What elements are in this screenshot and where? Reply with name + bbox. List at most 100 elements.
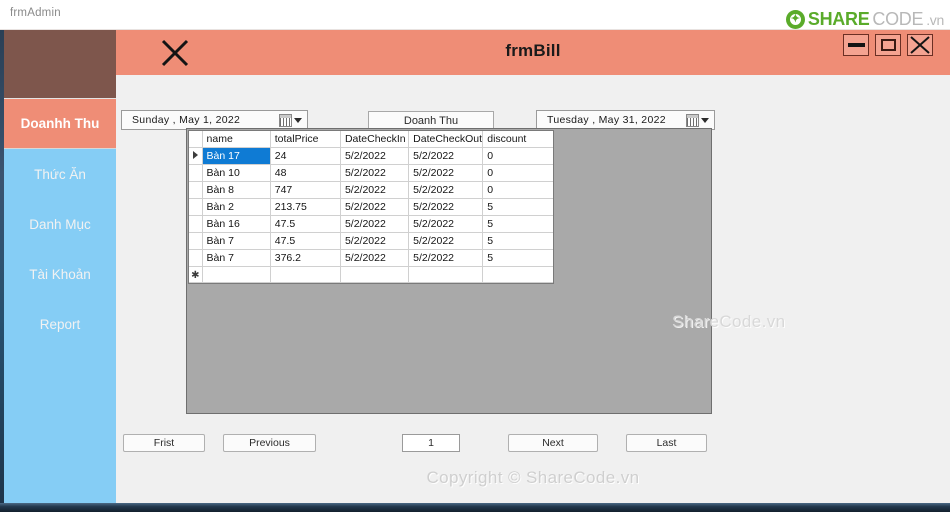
cell-datecheckin[interactable]: 5/2/2022	[340, 181, 410, 199]
cell-name[interactable]: Bàn 10	[202, 164, 271, 182]
close-button[interactable]	[907, 34, 933, 56]
cell-discount[interactable]: 0	[482, 181, 553, 199]
chevron-down-icon[interactable]	[294, 117, 302, 123]
close-icon	[910, 36, 930, 54]
table-row-new[interactable]: ✱	[189, 266, 553, 283]
cell-datecheckin[interactable]: 5/2/2022	[340, 147, 410, 165]
cell-totalprice[interactable]: 24	[270, 147, 341, 165]
cell-discount[interactable]: 0	[482, 147, 553, 165]
date-to-picker[interactable]: Tuesday , May 31, 2022	[536, 110, 715, 130]
row-marker	[189, 232, 203, 250]
column-header-name[interactable]: name	[202, 131, 271, 148]
maximize-button[interactable]	[875, 34, 901, 56]
sidebar-item-doanh-thu[interactable]: Doanhh Thu	[4, 99, 116, 149]
cell-discount[interactable]: 0	[482, 164, 553, 182]
cell-datecheckout[interactable]: 5/2/2022	[408, 181, 484, 199]
cell-datecheckin[interactable]	[340, 266, 410, 283]
table-row[interactable]: Bàn 7 376.2 5/2/2022 5/2/2022 5	[189, 249, 553, 267]
table-row[interactable]: Bàn 17 24 5/2/2022 5/2/2022 0	[189, 147, 553, 165]
cell-totalprice[interactable]: 47.5	[270, 232, 341, 250]
sidebar-item-label: Thức Ăn	[34, 166, 86, 182]
cell-datecheckout[interactable]: 5/2/2022	[408, 215, 484, 233]
cell-name[interactable]: Bàn 2	[202, 198, 271, 216]
cell-name[interactable]: Bàn 16	[202, 215, 271, 233]
table-row[interactable]: Bàn 2 213.75 5/2/2022 5/2/2022 5	[189, 198, 553, 216]
leaf-glyph: ✦	[790, 13, 800, 25]
page-title: frmBill	[505, 41, 561, 60]
cell-datecheckout[interactable]: 5/2/2022	[408, 164, 484, 182]
first-page-button[interactable]: Frist	[123, 434, 205, 452]
cell-totalprice[interactable]: 747	[270, 181, 341, 199]
date-from-picker[interactable]: Sunday , May 1, 2022	[121, 110, 308, 130]
brand-vn-text: .vn	[926, 11, 944, 28]
table-row[interactable]: Bàn 8 747 5/2/2022 5/2/2022 0	[189, 181, 553, 199]
cell-discount[interactable]: 5	[482, 232, 553, 250]
sharecode-logo: ✦ SHARE CODE .vn	[785, 9, 944, 30]
sidebar-item-danh-muc[interactable]: Danh Mục	[4, 199, 116, 249]
bills-datagrid[interactable]: name totalPrice DateCheckIn DateCheckOut…	[188, 130, 554, 284]
column-header-datecheckin[interactable]: DateCheckIn	[340, 131, 410, 148]
cell-datecheckin[interactable]: 5/2/2022	[340, 249, 410, 267]
cell-discount[interactable]	[482, 266, 553, 283]
row-header-column	[189, 131, 203, 148]
cell-name[interactable]	[202, 266, 271, 283]
report-panel: name totalPrice DateCheckIn DateCheckOut…	[186, 128, 712, 414]
cell-name[interactable]: Bàn 7	[202, 249, 271, 267]
current-page-input[interactable]: 1	[402, 434, 460, 452]
cell-datecheckin[interactable]: 5/2/2022	[340, 198, 410, 216]
cell-datecheckin[interactable]: 5/2/2022	[340, 232, 410, 250]
previous-page-button[interactable]: Previous	[223, 434, 316, 452]
cell-datecheckout[interactable]: 5/2/2022	[408, 249, 484, 267]
cell-datecheckout[interactable]: 5/2/2022	[408, 147, 484, 165]
brand-code-text: CODE	[872, 9, 924, 29]
current-page-value: 1	[428, 437, 434, 449]
cell-datecheckin[interactable]: 5/2/2022	[340, 164, 410, 182]
next-page-label: Next	[542, 437, 564, 449]
cell-datecheckout[interactable]: 5/2/2022	[408, 198, 484, 216]
current-row-arrow-icon	[192, 151, 198, 159]
table-row[interactable]: Bàn 7 47.5 5/2/2022 5/2/2022 5	[189, 232, 553, 250]
new-row-star-icon: ✱	[191, 269, 200, 281]
calendar-icon	[279, 113, 292, 127]
previous-page-label: Previous	[249, 437, 290, 449]
last-page-button[interactable]: Last	[626, 434, 707, 452]
next-page-button[interactable]: Next	[508, 434, 598, 452]
cell-discount[interactable]: 5	[482, 249, 553, 267]
row-marker	[189, 198, 203, 216]
cell-name[interactable]: Bàn 17	[202, 147, 271, 165]
doanh-thu-button-label: Doanh Thu	[403, 115, 459, 127]
desktop-background-bottom	[0, 503, 950, 512]
date-to-value: Tuesday , May 31, 2022	[547, 114, 666, 126]
sidebar-item-label: Danh Mục	[29, 216, 91, 232]
sidebar: Doanhh Thu Thức Ăn Danh Mục Tài Khoản Re…	[4, 30, 116, 504]
cell-totalprice[interactable]: 213.75	[270, 198, 341, 216]
column-header-totalprice[interactable]: totalPrice	[270, 131, 341, 148]
cell-datecheckout[interactable]	[408, 266, 484, 283]
sidebar-item-label: Report	[39, 316, 81, 332]
table-header-row: name totalPrice DateCheckIn DateCheckOut…	[189, 131, 553, 148]
last-page-label: Last	[656, 437, 677, 449]
cell-totalprice[interactable]: 48	[270, 164, 341, 182]
minimize-icon	[847, 43, 865, 47]
cell-name[interactable]: Bàn 7	[202, 232, 271, 250]
calendar-icon	[686, 113, 699, 127]
sharecode-leaf-icon: ✦	[785, 10, 805, 29]
cell-totalprice[interactable]: 376.2	[270, 249, 341, 267]
minimize-button[interactable]	[843, 34, 869, 56]
row-marker	[189, 215, 203, 233]
table-row[interactable]: Bàn 16 47.5 5/2/2022 5/2/2022 5	[189, 215, 553, 233]
column-header-discount[interactable]: discount	[482, 131, 553, 148]
sidebar-item-report[interactable]: Report	[4, 299, 116, 349]
cell-discount[interactable]: 5	[482, 215, 553, 233]
cell-datecheckout[interactable]: 5/2/2022	[408, 232, 484, 250]
cell-totalprice[interactable]: 47.5	[270, 215, 341, 233]
chevron-down-icon[interactable]	[701, 117, 709, 123]
sidebar-item-tai-khoan[interactable]: Tài Khoản	[4, 249, 116, 299]
cell-datecheckin[interactable]: 5/2/2022	[340, 215, 410, 233]
cell-totalprice[interactable]	[270, 266, 341, 283]
column-header-datecheckout[interactable]: DateCheckOut	[408, 131, 484, 148]
table-row[interactable]: Bàn 10 48 5/2/2022 5/2/2022 0	[189, 164, 553, 182]
cell-name[interactable]: Bàn 8	[202, 181, 271, 199]
cell-discount[interactable]: 5	[482, 198, 553, 216]
sidebar-item-thuc-an[interactable]: Thức Ăn	[4, 149, 116, 199]
